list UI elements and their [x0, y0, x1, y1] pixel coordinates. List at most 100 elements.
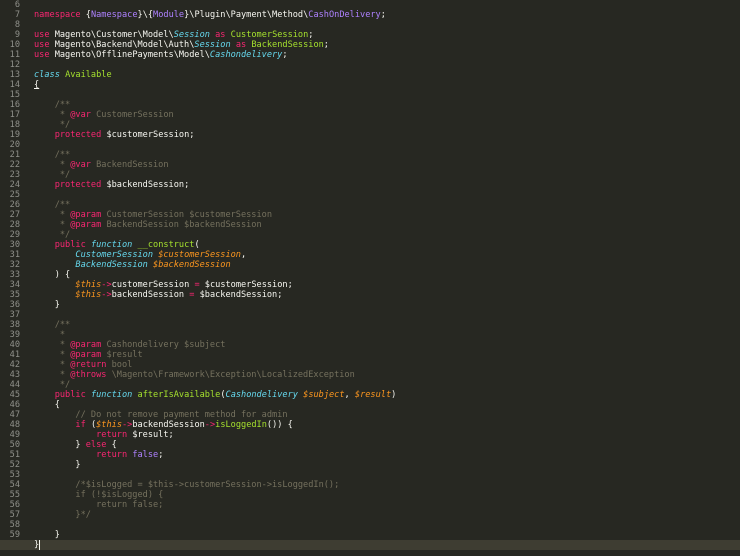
code-line[interactable]: // Do not remove payment method for admi… [34, 410, 740, 420]
code-line[interactable]: * @param $result [34, 350, 740, 360]
code-line[interactable] [34, 520, 740, 530]
code-line[interactable]: /** [34, 320, 740, 330]
code-token: * [34, 370, 71, 380]
code-line[interactable]: */ [34, 380, 740, 390]
line-number: 7 [14, 10, 20, 20]
code-line[interactable] [34, 60, 740, 70]
code-line[interactable]: * @param Cashondelivery $subject [34, 340, 740, 350]
code-line[interactable]: } [34, 460, 740, 470]
code-token: /** [34, 100, 71, 110]
code-token: CustomerSession [230, 30, 309, 40]
code-token: { [34, 400, 60, 410]
code-line[interactable] [34, 310, 740, 320]
code-line[interactable] [34, 470, 740, 480]
line-number: 11 [9, 50, 20, 60]
code-line[interactable]: use Magento\OfflinePayments\Model\Cashon… [34, 50, 740, 60]
code-line[interactable]: use Magento\Customer\Model\Session as Cu… [34, 30, 740, 40]
code-token: BackendSession [90, 160, 169, 170]
line-number: 19 [9, 130, 20, 140]
line-number: 42 [9, 360, 20, 370]
code-line[interactable]: * @param BackendSession $backendSession [34, 220, 740, 230]
code-line[interactable]: * @throws \Magento\Framework\Exception\L… [34, 370, 740, 380]
code-line[interactable]: use Magento\Backend\Model\Auth\Session a… [34, 40, 740, 50]
line-number: 43 [9, 370, 20, 380]
code-line[interactable]: * @return bool [34, 360, 740, 370]
code-line[interactable]: $this->customerSession = $customerSessio… [34, 280, 740, 290]
code-line[interactable] [34, 140, 740, 150]
code-token: return [96, 430, 128, 440]
code-line[interactable]: /*$isLogged = $this->customerSession->is… [34, 480, 740, 490]
code-token: * [34, 340, 71, 350]
code-line[interactable]: }*/ [34, 510, 740, 520]
code-token: { [106, 440, 117, 450]
code-line[interactable]: CustomerSession $customerSession, [34, 250, 740, 260]
code-line[interactable]: class Available [34, 70, 740, 80]
code-line[interactable]: return false; [34, 450, 740, 460]
code-line[interactable]: return $result; [34, 430, 740, 440]
code-token: * [34, 110, 71, 120]
code-line[interactable] [34, 20, 740, 30]
code-area[interactable]: namespace {Namespace}\{Module}\Plugin\Pa… [0, 0, 740, 556]
code-token: $customerSession [158, 250, 241, 260]
code-token: * [34, 330, 66, 340]
code-editor[interactable]: 6 7 8 9 10 11 12 13 14 15 16 17 18 19 20 21 22 23 24 25 26 27… [0, 0, 740, 556]
code-line[interactable]: */ [34, 230, 740, 240]
code-line[interactable]: BackendSession $backendSession [34, 260, 740, 270]
code-line[interactable] [34, 0, 740, 10]
code-line[interactable]: return false; [34, 500, 740, 510]
code-line[interactable]: } [0, 540, 740, 550]
code-line[interactable]: public function afterIsAvailable(Cashond… [34, 390, 740, 400]
line-number: 46 [9, 400, 20, 410]
code-line[interactable]: } [34, 300, 740, 310]
code-line[interactable]: public function __construct( [34, 240, 740, 250]
code-line[interactable]: * [34, 330, 740, 340]
code-token: BackendSession [251, 40, 324, 50]
code-line[interactable] [34, 190, 740, 200]
code-line[interactable]: namespace {Namespace}\{Module}\Plugin\Pa… [34, 10, 740, 20]
code-line[interactable]: * @var BackendSession [34, 160, 740, 170]
code-token: return [96, 450, 128, 460]
line-number: 51 [9, 450, 20, 460]
code-token: * [34, 220, 71, 230]
code-token: ()) { [266, 420, 293, 430]
code-token: } [34, 300, 60, 310]
code-line[interactable]: protected $backendSession; [34, 180, 740, 190]
code-token: { [34, 80, 40, 90]
code-line[interactable]: protected $customerSession; [34, 130, 740, 140]
code-line[interactable]: * @param CustomerSession $customerSessio… [34, 210, 740, 220]
code-token: function [90, 390, 133, 400]
code-line[interactable]: /** [34, 100, 740, 110]
code-token: // Do not remove payment method for admi… [34, 410, 288, 420]
code-line[interactable]: */ [34, 120, 740, 130]
line-number: 10 [9, 40, 20, 50]
code-line[interactable]: * @var CustomerSession [34, 110, 740, 120]
code-line[interactable]: if ($this->backendSession->isLoggedIn())… [34, 420, 740, 430]
code-line[interactable]: { [34, 400, 740, 410]
code-line[interactable]: if (!$isLogged) { [34, 490, 740, 500]
line-number: 24 [9, 180, 20, 190]
line-number: 23 [9, 170, 20, 180]
line-number: 14 [9, 80, 20, 90]
code-token: , [241, 250, 247, 260]
code-token: BackendSession $backendSession [101, 220, 262, 230]
code-line[interactable]: ) { [34, 270, 740, 280]
line-number: 37 [9, 310, 20, 320]
code-token: ; [158, 450, 164, 460]
code-line[interactable]: { [34, 80, 740, 90]
code-token: public [54, 390, 86, 400]
code-line[interactable]: } else { [34, 440, 740, 450]
code-token: Magento\Backend\Model\Auth\ [49, 40, 195, 50]
code-line[interactable]: $this->backendSession = $backendSession; [34, 290, 740, 300]
code-line[interactable]: */ [34, 170, 740, 180]
code-line[interactable] [34, 90, 740, 100]
code-token: isLoggedIn [215, 420, 267, 430]
code-line[interactable]: /** [34, 150, 740, 160]
line-number: 39 [9, 330, 20, 340]
code-line[interactable]: /** [34, 200, 740, 210]
code-token: if [75, 420, 86, 430]
code-line[interactable]: } [34, 530, 740, 540]
code-token: ; [282, 50, 288, 60]
code-token: ) { [34, 270, 71, 280]
code-token: if (!$isLogged) { [34, 490, 164, 500]
